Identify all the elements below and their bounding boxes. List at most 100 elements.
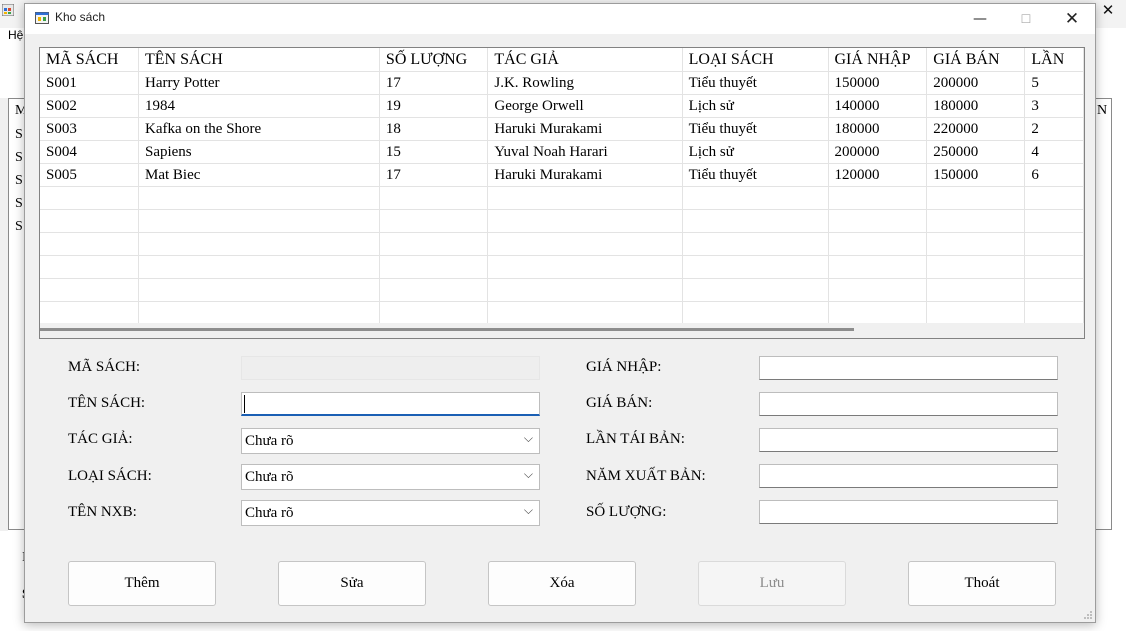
column-header[interactable]: GIÁ NHẬP [828,48,928,72]
table-cell[interactable]: 180000 [828,117,928,141]
table-cell[interactable]: 5 [1024,71,1084,95]
sua-button[interactable]: Sửa [278,561,426,606]
table-cell[interactable]: 6 [1024,163,1084,187]
table-cell[interactable]: S005 [40,163,139,187]
horizontal-scrollbar[interactable] [40,323,1084,338]
table-cell[interactable]: Sapiens [138,140,380,164]
ten-nxb-combobox[interactable]: Chưa rõ ⌵ [241,500,540,526]
gia-ban-field[interactable] [759,392,1058,416]
table-header-row: MÃ SÁCH TÊN SÁCH SỐ LƯỢNG TÁC GIẢ LOẠI S… [40,48,1084,72]
column-header[interactable]: LOẠI SÁCH [682,48,829,72]
kho-sach-dialog: Kho sách — ☐ ✕ MÃ SÁCH TÊN SÁCH SỐ LƯỢNG… [24,3,1096,623]
table-cell[interactable]: Lịch sử [682,140,829,164]
table-cell[interactable]: 200000 [828,140,928,164]
table-cell[interactable]: Yuval Noah Harari [487,140,683,164]
them-button[interactable]: Thêm [68,561,216,606]
table-cell[interactable]: George Orwell [487,94,683,118]
table-cell[interactable]: J.K. Rowling [487,71,683,95]
scrollbar-thumb[interactable] [40,328,854,331]
ma-sach-label: MÃ SÁCH: [68,359,141,375]
column-header[interactable]: MÃ SÁCH [40,48,139,72]
table-cell[interactable]: Tiểu thuyết [682,163,829,187]
table-cell[interactable]: 1984 [138,94,380,118]
chevron-down-icon[interactable]: ⌵ [524,431,533,446]
table-cell[interactable]: 17 [379,71,489,95]
table-cell[interactable]: S003 [40,117,139,141]
parent-grid-cell-fragment: S [15,219,23,234]
table-cell[interactable]: S002 [40,94,139,118]
resize-grip-icon[interactable] [1083,610,1093,620]
table-cell[interactable]: 3 [1024,94,1084,118]
ten-sach-label: TÊN SÁCH: [68,395,146,411]
table-cell[interactable]: Lịch sử [682,94,829,118]
loai-sach-combobox[interactable]: Chưa rõ ⌵ [241,464,540,490]
table-row[interactable]: S002 1984 19 George Orwell Lịch sử 140000 1800… [40,94,1084,118]
table-cell[interactable]: 220000 [926,117,1026,141]
app-window-icon [35,12,49,24]
column-header[interactable]: TÁC GIẢ [487,48,683,72]
parent-left-edge [0,98,8,531]
column-header[interactable]: GIÁ BÁN [926,48,1026,72]
table-cell[interactable]: 2 [1024,117,1084,141]
table-cell[interactable]: 180000 [926,94,1026,118]
table-cell[interactable]: Mat Biec [138,163,380,187]
so-luong-label: SỐ LƯỢNG: [586,504,667,520]
table-cell[interactable]: 4 [1024,140,1084,164]
table-cell[interactable]: 250000 [926,140,1026,164]
parent-grid-header-right-fragment: N [1097,103,1108,118]
table-row[interactable]: S001 Harry Potter 17 J.K. Rowling Tiểu thuyế… [40,71,1084,95]
empty-row [40,278,1084,302]
table-cell[interactable]: 150000 [828,71,928,95]
table-cell[interactable]: 19 [379,94,489,118]
tac-gia-combobox[interactable]: Chưa rõ ⌵ [241,428,540,454]
table-cell[interactable]: 18 [379,117,489,141]
loai-sach-label: LOẠI SÁCH: [68,468,152,484]
empty-row [40,209,1084,233]
lan-tai-ban-field[interactable] [759,428,1058,452]
table-cell[interactable]: Harry Potter [138,71,380,95]
luu-button: Lưu [698,561,846,606]
table-cell[interactable]: 120000 [828,163,928,187]
empty-row [40,255,1084,279]
close-icon[interactable]: ✕ [1049,4,1095,34]
minimize-icon[interactable]: — [957,4,1003,34]
table-cell[interactable]: 150000 [926,163,1026,187]
table-cell[interactable]: Kafka on the Shore [138,117,380,141]
column-header[interactable]: LẦN [1024,48,1084,72]
books-table: MÃ SÁCH TÊN SÁCH SỐ LƯỢNG TÁC GIẢ LOẠI S… [40,48,1084,325]
table-cell[interactable]: 15 [379,140,489,164]
table-cell[interactable]: Tiểu thuyết [682,71,829,95]
table-row[interactable]: S004 Sapiens 15 Yuval Noah Harari Lịch sử 200… [40,140,1084,164]
column-header[interactable]: TÊN SÁCH [138,48,380,72]
table-cell[interactable]: 200000 [926,71,1026,95]
table-cell[interactable]: Haruki Murakami [487,163,683,187]
parent-close-icon[interactable]: ✕ [1098,0,1118,20]
chevron-down-icon[interactable]: ⌵ [524,503,533,518]
parent-grid-cell-fragment: S [15,173,23,188]
nam-xuat-ban-field[interactable] [759,464,1058,488]
parent-grid-cell-fragment: S [15,196,23,211]
empty-row [40,186,1084,210]
table-cell[interactable]: S004 [40,140,139,164]
column-header[interactable]: SỐ LƯỢNG [379,48,489,72]
table-cell[interactable]: Tiểu thuyết [682,117,829,141]
dialog-titlebar[interactable]: Kho sách — ☐ ✕ [25,4,1095,34]
empty-row [40,301,1084,325]
so-luong-field[interactable] [759,500,1058,524]
xoa-button[interactable]: Xóa [488,561,636,606]
table-cell[interactable]: 17 [379,163,489,187]
books-data-grid[interactable]: MÃ SÁCH TÊN SÁCH SỐ LƯỢNG TÁC GIẢ LOẠI S… [39,47,1085,339]
table-row[interactable]: S005 Mat Biec 17 Haruki Murakami Tiểu thuyết… [40,163,1084,187]
table-row[interactable]: S003 Kafka on the Shore 18 Haruki Murakami T… [40,117,1084,141]
lan-tai-ban-label: LẦN TÁI BẢN: [586,431,685,447]
gia-nhap-field[interactable] [759,356,1058,380]
thoat-button[interactable]: Thoát [908,561,1056,606]
ten-sach-field[interactable] [241,392,540,416]
table-cell[interactable]: Haruki Murakami [487,117,683,141]
empty-row [40,232,1084,256]
table-cell[interactable]: 140000 [828,94,928,118]
chevron-down-icon[interactable]: ⌵ [524,467,533,482]
table-cell[interactable]: S001 [40,71,139,95]
parent-menu-item[interactable]: Hệ [8,28,23,42]
tac-gia-label: TÁC GIẢ: [68,431,133,447]
